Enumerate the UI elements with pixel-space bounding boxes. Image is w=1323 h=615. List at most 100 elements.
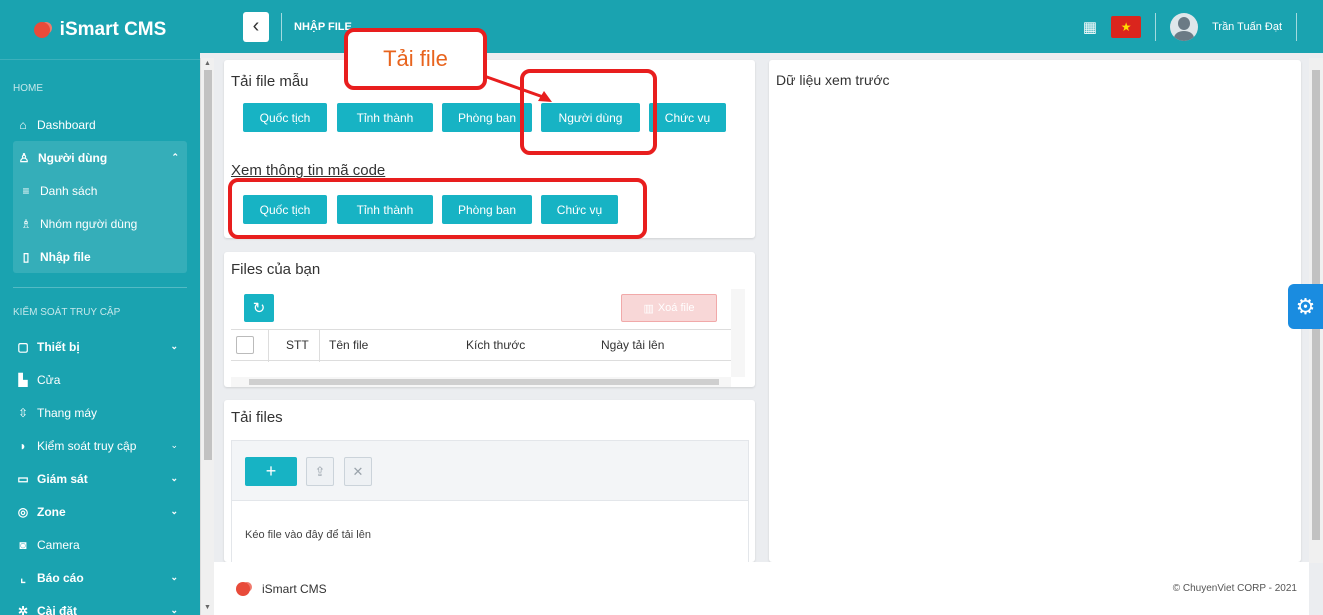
sidebar-item-label: Nhóm người dùng — [40, 216, 138, 231]
close-icon: ✕ — [352, 463, 364, 479]
scroll-up-icon[interactable]: ▲ — [204, 60, 211, 67]
sidebar-item-access-control[interactable]: ◗ Kiểm soát truy cập ⌄ — [0, 429, 200, 462]
users-group-icon: ♗ — [20, 216, 32, 231]
location-icon: ◎ — [17, 504, 29, 519]
sidebar-group-users: ♙ Người dùng ⌃ ≡ Danh sách ♗ Nhóm người … — [13, 141, 187, 273]
column-header-size[interactable]: Kích thước — [466, 338, 525, 352]
trash-icon: ▥ — [643, 302, 654, 315]
codes-title: Xem thông tin mã code — [231, 162, 386, 179]
templates-title: Tải file mẫu — [231, 73, 309, 90]
sidebar-item-label: Kiểm soát truy cập — [37, 438, 137, 453]
nav-divider — [13, 287, 187, 288]
door-icon: ▙ — [18, 372, 28, 387]
sidebar-item-label: Zone — [37, 504, 66, 519]
template-nationality-button[interactable]: Quốc tịch — [243, 103, 327, 132]
column-header-upload-date[interactable]: Ngày tải lên — [601, 338, 664, 352]
file-dropzone[interactable]: + ⇪ ✕ Kéo file vào đây để tải lên — [231, 440, 749, 562]
camera-icon: ◙ — [19, 537, 27, 552]
chevron-down-icon: ⌄ — [170, 506, 178, 516]
preview-card: Dữ liệu xem trước — [769, 60, 1301, 562]
footer-brand: iSmart CMS — [262, 581, 327, 596]
sidebar-item-users-import[interactable]: ▯ Nhập file — [13, 240, 187, 273]
select-all-checkbox[interactable] — [236, 336, 254, 354]
chevron-up-icon: ⌃ — [171, 152, 179, 162]
column-header-stt[interactable]: STT — [286, 338, 309, 352]
callout-label: Tải file — [383, 46, 448, 71]
plus-icon: + — [265, 461, 277, 481]
chevron-down-icon: ⌄ — [170, 473, 178, 483]
divider — [1296, 12, 1297, 41]
sidebar-item-label: Cài đặt — [37, 603, 78, 615]
home-icon: ⌂ — [19, 117, 27, 132]
upload-icon: ⇪ — [314, 463, 326, 479]
sidebar-item-dashboard[interactable]: ⌂ Dashboard — [0, 108, 200, 141]
brand-logo-icon — [33, 21, 50, 38]
sidebar-item-label: Camera — [37, 537, 80, 552]
monitor-icon: ▭ — [17, 471, 29, 486]
sidebar-item-devices[interactable]: ▢ Thiết bị ⌄ — [0, 330, 200, 363]
refresh-button[interactable]: ↻ — [244, 294, 274, 322]
shield-icon: ◗ — [19, 438, 27, 453]
nav-section-home: HOME — [13, 82, 43, 94]
upload-button[interactable]: ⇪ — [306, 457, 334, 486]
delete-file-label: Xoá file — [657, 302, 695, 314]
add-file-button[interactable]: + — [245, 457, 297, 486]
files-table-header: STT Tên file Kích thước Ngày tải lên — [231, 329, 741, 362]
dropzone-hint: Kéo file vào đây để tải lên — [245, 529, 371, 541]
preview-title: Dữ liệu xem trước — [776, 72, 890, 88]
dropzone-toolbar: + ⇪ ✕ — [232, 441, 748, 501]
user-name[interactable]: Trần Tuấn Đạt — [1212, 21, 1282, 33]
list-icon: ≡ — [22, 183, 30, 198]
sidebar-item-users-list[interactable]: ≡ Danh sách — [13, 174, 187, 207]
sidebar-item-reports[interactable]: ⌞ Báo cáo ⌄ — [0, 561, 200, 594]
files-horizontal-scrollbar[interactable] — [231, 377, 731, 387]
sidebar-item-label: Nhập file — [40, 249, 91, 264]
scrollbar-thumb[interactable] — [204, 70, 212, 460]
chevron-left-icon: ‹ — [252, 15, 260, 37]
device-icon: ▢ — [17, 339, 29, 354]
upload-title: Tải files — [231, 409, 283, 426]
settings-floating-button[interactable]: ⚙ — [1288, 284, 1323, 329]
highlight-box-codes — [228, 178, 647, 239]
sidebar-item-label: Giám sát — [37, 471, 88, 486]
sidebar-item-users-groups[interactable]: ♗ Nhóm người dùng — [13, 207, 187, 240]
vietnam-flag-icon[interactable]: ★ — [1111, 15, 1142, 38]
apps-grid-icon[interactable]: ▦ — [1083, 18, 1097, 36]
topbar-right: ▦ ★ Trần Tuấn Đạt — [1083, 0, 1297, 53]
page-title: NHẬP FILE — [294, 20, 352, 33]
column-header-filename[interactable]: Tên file — [329, 338, 368, 352]
sidebar-item-label: Dashboard — [37, 117, 96, 132]
template-position-button[interactable]: Chức vụ — [649, 103, 726, 132]
sidebar-item-monitoring[interactable]: ▭ Giám sát ⌄ — [0, 462, 200, 495]
sidebar-scrollbar[interactable]: ▲ ▼ — [200, 58, 214, 615]
gear-icon: ✲ — [17, 603, 29, 615]
chevron-down-icon: ⌄ — [170, 572, 178, 582]
back-button[interactable]: ‹ — [243, 11, 269, 42]
clear-button[interactable]: ✕ — [344, 457, 372, 486]
avatar[interactable] — [1170, 12, 1199, 41]
chevron-down-icon: ⌄ — [170, 605, 178, 615]
sidebar-item-label: Người dùng — [38, 150, 108, 165]
callout-arrow — [483, 74, 552, 102]
sidebar-item-camera[interactable]: ◙ Camera — [0, 528, 200, 561]
footer: iSmart CMS © ChuyenViet CORP - 2021 — [214, 562, 1309, 615]
divider — [281, 12, 282, 41]
sidebar-item-zone[interactable]: ◎ Zone ⌄ — [0, 495, 200, 528]
sidebar-item-doors[interactable]: ▙ Cửa — [0, 363, 200, 396]
scrollbar-thumb[interactable] — [249, 379, 719, 385]
files-vertical-scrollbar[interactable] — [731, 289, 745, 377]
sidebar-item-users[interactable]: ♙ Người dùng ⌃ — [13, 141, 187, 174]
sidebar-item-label: Danh sách — [40, 183, 98, 198]
brand[interactable]: iSmart CMS — [0, 0, 200, 60]
delete-file-button[interactable]: ▥ Xoá file — [621, 294, 717, 322]
files-title: Files của bạn — [231, 261, 321, 278]
sidebar-item-elevator[interactable]: ⇳ Thang máy — [0, 396, 200, 429]
template-province-button[interactable]: Tỉnh thành — [337, 103, 433, 132]
sidebar-item-label: Cửa — [37, 372, 61, 387]
scroll-down-icon[interactable]: ▼ — [204, 604, 211, 611]
divider — [268, 330, 269, 362]
sidebar-item-settings[interactable]: ✲ Cài đặt ⌄ — [0, 594, 200, 615]
sidebar-item-label: Báo cáo — [37, 570, 84, 585]
elevator-icon: ⇳ — [17, 405, 29, 420]
chart-icon: ⌞ — [20, 570, 26, 585]
